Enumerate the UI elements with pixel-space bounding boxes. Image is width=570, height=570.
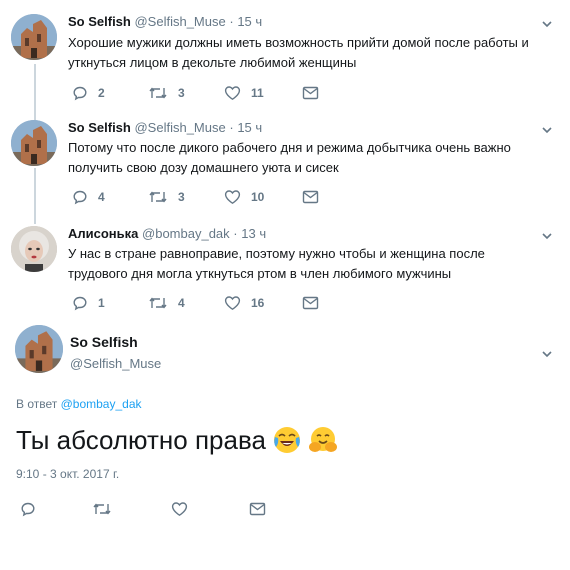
tweet-actions: 1 4 16 — [68, 294, 368, 312]
tweet-actions — [16, 500, 316, 518]
reply-count: 1 — [98, 296, 105, 310]
like-count: 16 — [251, 296, 265, 310]
heart-icon — [171, 502, 188, 517]
avatar[interactable] — [11, 14, 57, 60]
tweet-header: So Selfish @Selfish_Muse · 15 ч — [68, 120, 262, 136]
retweet-count: 4 — [178, 296, 185, 310]
tweet-header: So Selfish @Selfish_Muse · 15 ч — [68, 14, 262, 30]
tweet-text-line: Потому что после дикого рабочего дня и р… — [68, 140, 511, 155]
avatar[interactable] — [15, 325, 63, 373]
retweet-icon — [149, 191, 167, 203]
tweet[interactable]: So Selfish @Selfish_Muse · 15 ч Хорошие … — [0, 0, 570, 110]
tweet-text-line: У нас в стране равноправие, поэтому нужн… — [68, 246, 485, 261]
retweet-icon — [149, 297, 167, 309]
tweet-text-body: Ты абсолютно права — [16, 425, 266, 455]
reply-prefix: В ответ — [16, 397, 61, 411]
retweet-button[interactable]: 4 — [148, 294, 185, 312]
tweet-text: Потому что после дикого рабочего дня и р… — [68, 138, 548, 178]
envelope-icon — [302, 190, 319, 204]
like-button[interactable]: 10 — [224, 188, 264, 206]
like-count: 11 — [251, 86, 264, 100]
retweet-count: 3 — [178, 86, 185, 100]
reply-icon — [73, 190, 87, 205]
chevron-down-icon[interactable] — [541, 124, 553, 136]
avatar[interactable] — [11, 120, 57, 166]
tweet[interactable]: Алисонька @bombay_dak · 13 ч У нас в стр… — [0, 214, 570, 320]
retweet-button[interactable] — [92, 500, 112, 518]
reply-button[interactable]: 1 — [72, 294, 105, 312]
author-handle[interactable]: @bombay_dak — [142, 226, 230, 241]
like-button[interactable] — [171, 500, 188, 518]
reply-icon — [73, 296, 87, 311]
like-button[interactable]: 16 — [224, 294, 264, 312]
building-avatar-icon — [11, 120, 57, 166]
face-with-tears-of-joy-icon — [273, 427, 300, 453]
separator-dot: · — [229, 120, 234, 135]
chevron-down-icon[interactable] — [541, 348, 553, 360]
reply-count: 4 — [98, 190, 105, 204]
author-handle[interactable]: @Selfish_Muse — [70, 356, 161, 371]
hugging-face-icon — [308, 427, 337, 452]
reply-icon — [73, 86, 87, 101]
tweet-text: Ты абсолютно права — [16, 423, 338, 457]
direct-message-button[interactable] — [249, 500, 266, 518]
reply-icon — [21, 502, 35, 517]
tweet-text: Хорошие мужики должны иметь возможность … — [68, 33, 548, 73]
tweet-text-line: трудового дня могла уткнуться ртом в чле… — [68, 266, 452, 281]
tweet-timestamp[interactable]: 9:10 - 3 окт. 2017 г. — [16, 467, 119, 481]
retweet-button[interactable]: 3 — [148, 84, 185, 102]
direct-message-button[interactable] — [302, 188, 319, 206]
tweet-text-line: уткнуться лицом в декольте любимой женщи… — [68, 55, 357, 70]
reply-context: В ответ @bombay_dak — [16, 397, 142, 411]
like-count: 10 — [251, 190, 265, 204]
retweet-icon — [149, 87, 167, 99]
author-name[interactable]: So Selfish — [68, 120, 131, 135]
tweet-actions: 2 3 11 — [68, 84, 368, 102]
reply-button[interactable] — [20, 500, 36, 518]
tweet-text-line: Хорошие мужики должны иметь возможность … — [68, 35, 529, 50]
tweet-time[interactable]: 15 ч — [237, 14, 262, 29]
reply-button[interactable]: 2 — [72, 84, 105, 102]
chevron-down-icon[interactable] — [541, 230, 553, 242]
envelope-icon — [302, 86, 319, 100]
heart-icon — [224, 86, 241, 101]
direct-message-button[interactable] — [302, 294, 319, 312]
like-button[interactable]: 11 — [224, 84, 264, 102]
author-handle[interactable]: @Selfish_Muse — [134, 14, 225, 29]
reply-count: 2 — [98, 86, 105, 100]
tweet-time[interactable]: 15 ч — [237, 120, 262, 135]
building-avatar-icon — [11, 14, 57, 60]
avatar[interactable] — [11, 226, 57, 272]
author-name[interactable]: So Selfish — [70, 334, 138, 350]
retweet-icon — [93, 503, 111, 515]
heart-icon — [224, 190, 241, 205]
separator-dot: · — [233, 226, 238, 241]
tweet-actions: 4 3 10 — [68, 188, 368, 206]
separator-dot: · — [229, 14, 234, 29]
reply-to-link[interactable]: @bombay_dak — [61, 397, 142, 411]
tweet-text: У нас в стране равноправие, поэтому нужн… — [68, 244, 548, 284]
reply-button[interactable]: 4 — [72, 188, 105, 206]
tweet-header: Алисонька @bombay_dak · 13 ч — [68, 226, 266, 242]
envelope-icon — [302, 296, 319, 310]
tweet-time[interactable]: 13 ч — [241, 226, 266, 241]
author-name[interactable]: Алисонька — [68, 226, 138, 241]
woman-avatar-icon — [11, 226, 57, 272]
chevron-down-icon[interactable] — [541, 18, 553, 30]
direct-message-button[interactable] — [302, 84, 319, 102]
tweet-text-line: получить свою дозу домашнего уюта и сисе… — [68, 160, 339, 175]
tweet[interactable]: So Selfish @Selfish_Muse · 15 ч Потому ч… — [0, 110, 570, 214]
heart-icon — [224, 296, 241, 311]
retweet-count: 3 — [178, 190, 185, 204]
author-name[interactable]: So Selfish — [68, 14, 131, 29]
author-handle[interactable]: @Selfish_Muse — [134, 120, 225, 135]
building-avatar-icon — [15, 325, 63, 373]
envelope-icon — [249, 502, 266, 516]
retweet-button[interactable]: 3 — [148, 188, 185, 206]
